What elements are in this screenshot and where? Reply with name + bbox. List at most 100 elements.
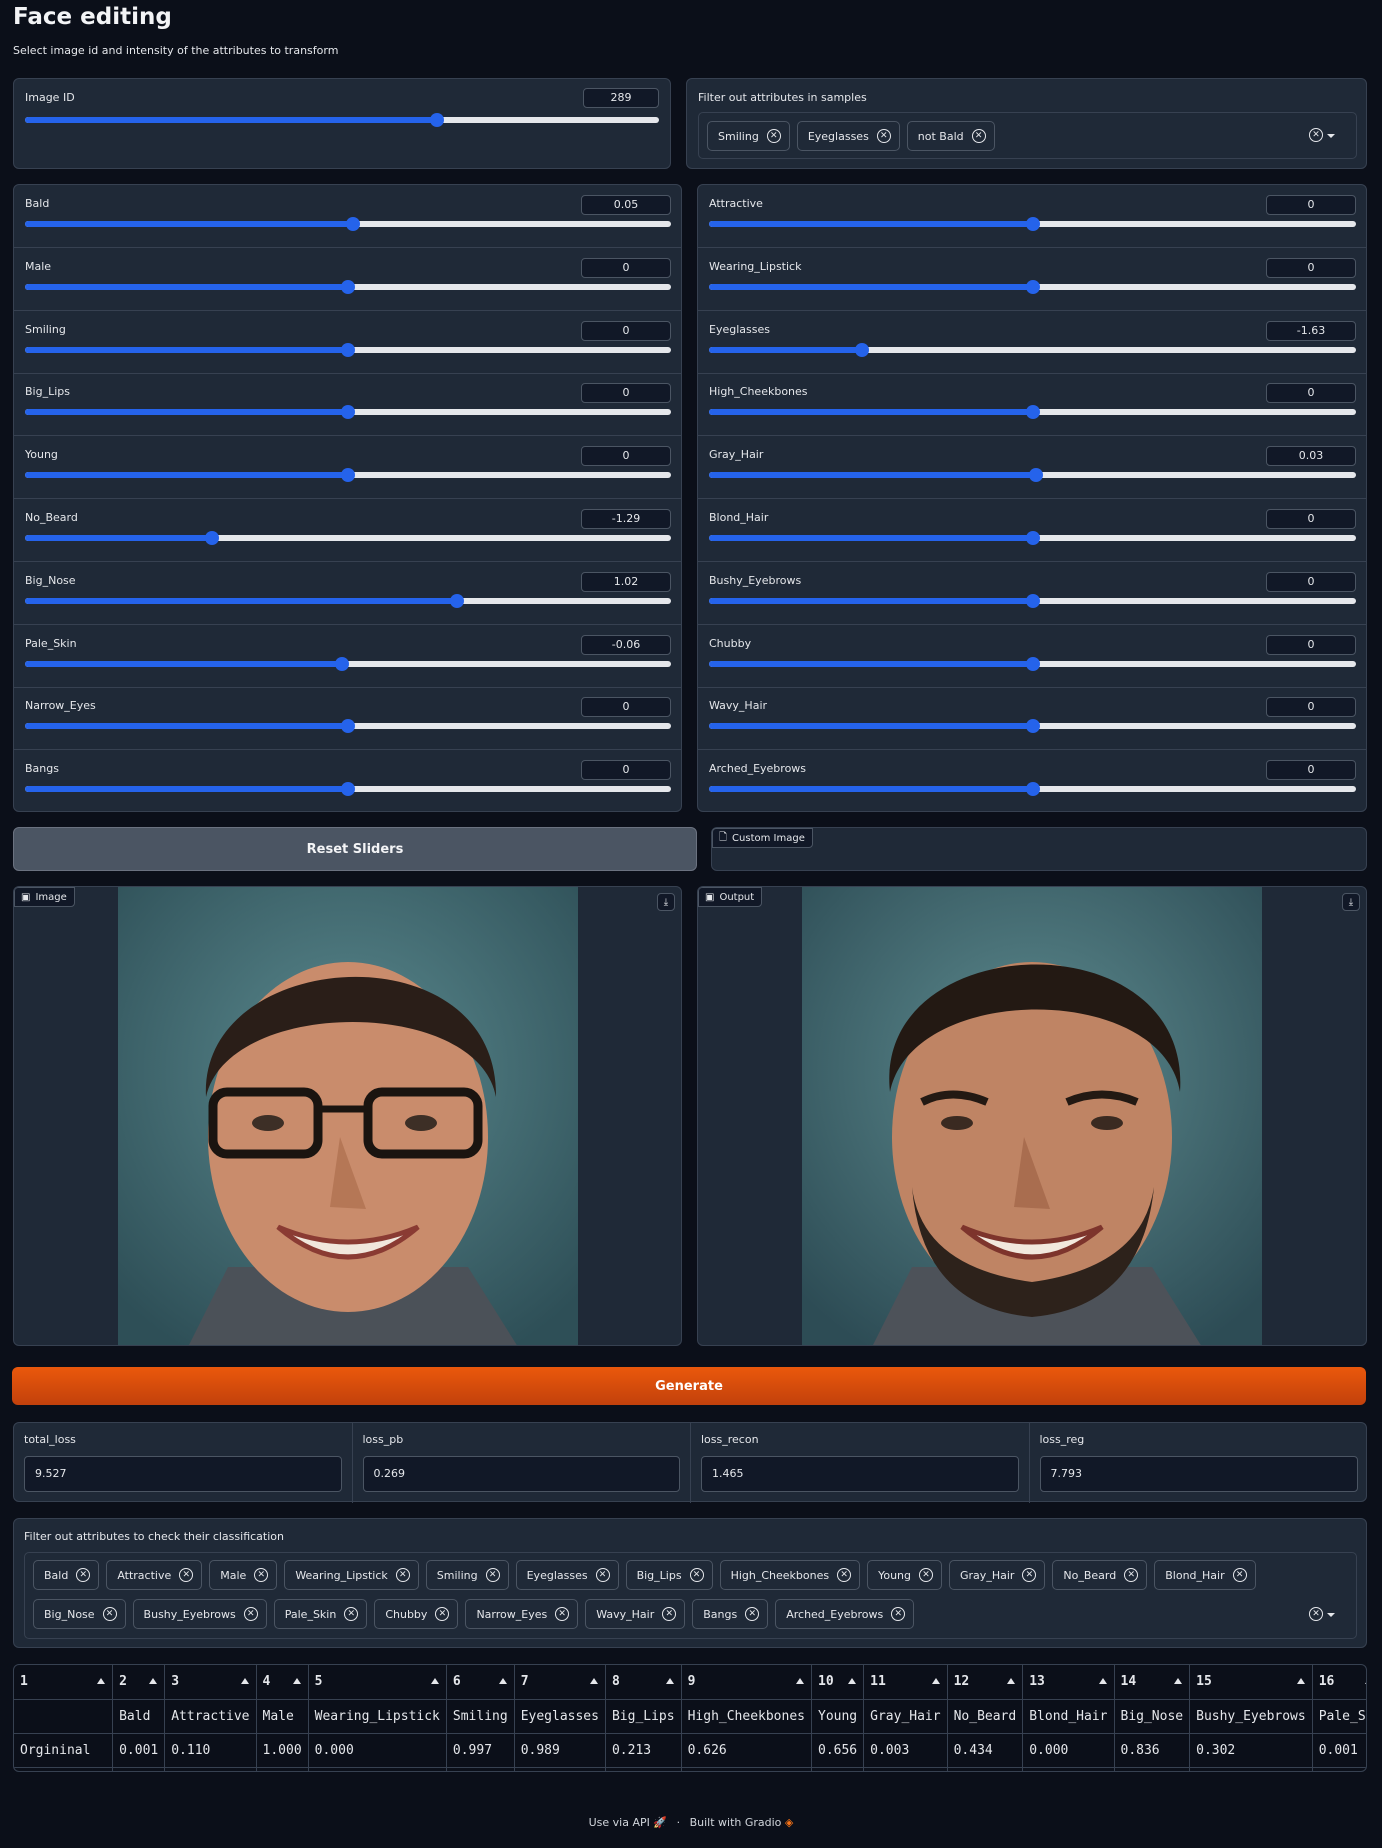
sort-arrow-icon[interactable]	[1296, 1678, 1305, 1684]
column-header-index[interactable]: 3	[164, 1665, 257, 1700]
slider-track[interactable]	[25, 342, 671, 357]
remove-tag-icon[interactable]: ✕	[595, 1568, 610, 1582]
chevron-down-icon[interactable]	[1327, 134, 1335, 138]
column-header-index[interactable]: 4	[256, 1665, 309, 1700]
slider-number-input[interactable]: 0	[581, 257, 671, 278]
column-name-cell[interactable]: High_Cheekbones	[681, 1699, 813, 1734]
sort-arrow-icon[interactable]	[292, 1678, 301, 1684]
slider-track[interactable]	[25, 405, 671, 420]
slider-number-input[interactable]: 0	[1266, 195, 1356, 215]
column-header-index[interactable]: 14	[1114, 1665, 1191, 1700]
sort-arrow-icon[interactable]	[240, 1678, 249, 1684]
slider-thumb[interactable]	[335, 656, 350, 671]
table-cell[interactable]: 0.656	[811, 1733, 865, 1768]
table-cell[interactable]: 0.001	[112, 1767, 166, 1771]
slider-track[interactable]	[25, 468, 671, 483]
sort-arrow-icon[interactable]	[589, 1678, 598, 1684]
slider-number-input[interactable]: 0	[1266, 760, 1356, 781]
sort-arrow-icon[interactable]	[149, 1678, 158, 1684]
column-name-cell[interactable]: Bald	[112, 1699, 166, 1734]
sort-arrow-icon[interactable]	[498, 1678, 507, 1684]
slider-thumb[interactable]	[341, 719, 355, 734]
sort-arrow-icon[interactable]	[796, 1678, 804, 1684]
generate-button[interactable]: Generate	[12, 1367, 1366, 1405]
loss-value-field[interactable]: 0.269	[362, 1456, 680, 1492]
table-cell[interactable]: 0.000	[308, 1767, 447, 1771]
remove-tag-icon[interactable]: ✕	[179, 1568, 194, 1582]
remove-tag-icon[interactable]: ✕	[485, 1568, 500, 1582]
image-id-input[interactable]: 289	[583, 88, 659, 108]
remove-tag-icon[interactable]: ✕	[435, 1607, 450, 1621]
table-cell[interactable]: 0.000	[1312, 1767, 1366, 1771]
column-name-cell[interactable]: Male	[256, 1699, 309, 1734]
column-name-cell[interactable]: Smiling	[446, 1699, 515, 1734]
remove-tag-icon[interactable]: ✕	[76, 1568, 91, 1582]
column-name-cell[interactable]: Bushy_Eyebrows	[1189, 1699, 1313, 1734]
column-header-index[interactable]: 8	[605, 1665, 682, 1700]
slider-number-input[interactable]: 0	[581, 697, 671, 718]
slider-number-input[interactable]: 0	[1266, 383, 1356, 404]
sort-arrow-icon[interactable]	[665, 1678, 674, 1684]
column-header-index[interactable]: 1	[14, 1665, 114, 1700]
slider-number-input[interactable]: 0.05	[581, 195, 671, 215]
column-name-cell[interactable]: Big_Nose	[1114, 1699, 1191, 1734]
column-name-cell[interactable]: Pale_Sk	[1312, 1699, 1366, 1734]
slider-thumb[interactable]	[1028, 468, 1043, 483]
table-cell[interactable]: 0.003	[863, 1733, 948, 1768]
slider-thumb[interactable]	[1025, 405, 1040, 420]
slider-thumb[interactable]	[1025, 279, 1040, 294]
slider-track[interactable]	[709, 217, 1356, 231]
column-header-index[interactable]: 11	[863, 1665, 948, 1700]
column-header-index[interactable]: 6	[446, 1665, 515, 1700]
table-cell[interactable]: 0.997	[446, 1733, 515, 1768]
slider-number-input[interactable]: 0.03	[1266, 446, 1356, 467]
slider-track[interactable]	[709, 405, 1356, 420]
loss-value-field[interactable]: 9.527	[24, 1456, 342, 1492]
table-cell[interactable]: 0.626	[681, 1733, 813, 1768]
table-cell[interactable]: Transformed	[14, 1767, 114, 1771]
slider-thumb[interactable]	[1025, 656, 1040, 671]
table-cell[interactable]: 0.970	[1114, 1767, 1191, 1771]
filter-classification-multiselect[interactable]: Bald ✕ Attractive ✕ Male ✕ Wearing_Lipstick ✕ Sm…	[24, 1552, 1357, 1639]
slider-track[interactable]	[25, 719, 671, 734]
table-cell[interactable]: Orgininal	[14, 1733, 114, 1768]
slider-number-input[interactable]: -1.63	[1266, 320, 1356, 341]
slider-number-input[interactable]: 1.02	[581, 571, 671, 592]
slider-thumb[interactable]	[430, 113, 445, 127]
table-cell[interactable]: 0.002	[863, 1767, 948, 1771]
table-cell[interactable]: 0.213	[605, 1733, 682, 1768]
slider-thumb[interactable]	[1025, 593, 1040, 608]
table-cell[interactable]: 0.274	[605, 1767, 682, 1771]
remove-tag-icon[interactable]: ✕	[344, 1607, 359, 1621]
remove-tag-icon[interactable]: ✕	[102, 1607, 117, 1621]
table-cell[interactable]: 1.000	[256, 1767, 309, 1771]
slider-track[interactable]	[25, 279, 671, 294]
slider-number-input[interactable]: 0	[581, 760, 671, 781]
slider-track[interactable]	[25, 782, 671, 797]
chevron-down-icon[interactable]	[1327, 1613, 1335, 1617]
table-cell[interactable]: 0.735	[681, 1767, 813, 1771]
slider-thumb[interactable]	[341, 279, 355, 294]
sort-arrow-icon[interactable]	[1174, 1678, 1183, 1684]
clear-icon[interactable]: ✕	[1309, 1607, 1323, 1621]
remove-tag-icon[interactable]: ✕	[1124, 1568, 1139, 1582]
clear-icon[interactable]: ✕	[1309, 128, 1323, 142]
slider-number-input[interactable]: -1.29	[581, 509, 671, 529]
slider-thumb[interactable]	[341, 782, 355, 797]
filter-samples-multiselect[interactable]: Smiling ✕ Eyeglasses ✕ not Bald ✕ ✕	[698, 112, 1357, 159]
remove-tag-icon[interactable]: ✕	[919, 1568, 934, 1582]
column-name-cell[interactable]: Eyeglasses	[514, 1699, 606, 1734]
column-name-cell[interactable]: Gray_Hair	[863, 1699, 948, 1734]
slider-thumb[interactable]	[1025, 719, 1040, 734]
slider-number-input[interactable]: 0	[1266, 634, 1356, 655]
table-cell[interactable]: 0.001	[1312, 1733, 1366, 1768]
table-cell[interactable]: 0.110	[164, 1733, 257, 1768]
remove-tag-icon[interactable]: ✕	[745, 1607, 760, 1621]
table-cell[interactable]: 0.001	[112, 1733, 166, 1768]
slider-track[interactable]	[709, 279, 1356, 294]
remove-tag-icon[interactable]: ✕	[395, 1568, 410, 1582]
download-icon[interactable]: ⤓	[657, 893, 675, 911]
table-cell[interactable]: 0.434	[947, 1733, 1024, 1768]
loss-value-field[interactable]: 7.793	[1039, 1456, 1358, 1492]
column-header-index[interactable]: 2	[112, 1665, 166, 1700]
